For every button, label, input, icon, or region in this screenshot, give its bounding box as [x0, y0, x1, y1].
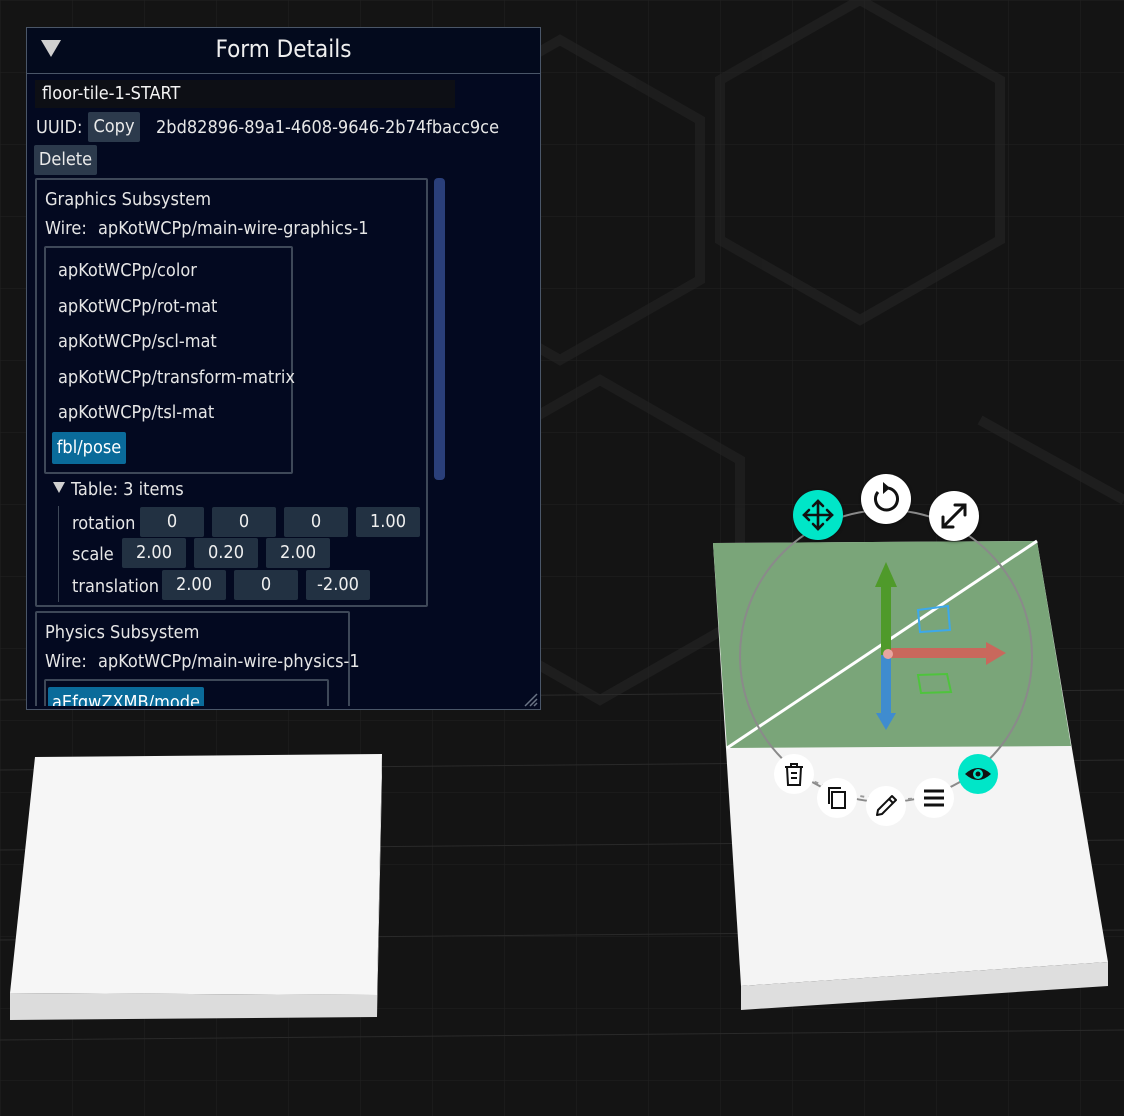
- translation-x-field[interactable]: 2.00: [162, 570, 226, 600]
- list-item[interactable]: apKotWCPp/transform-matrix: [58, 367, 295, 388]
- physics-wire-value: apKotWCPp/main-wire-physics-1: [98, 651, 360, 672]
- physics-heading: Physics Subsystem: [45, 622, 200, 643]
- graphics-wire-list: apKotWCPp/color apKotWCPp/rot-mat apKotW…: [44, 246, 295, 474]
- list-item[interactable]: apKotWCPp/color: [58, 260, 197, 281]
- copy-icon[interactable]: [817, 778, 857, 818]
- panel-scroll-area[interactable]: Graphics Subsystem Wire: apKotWCPp/main-…: [27, 176, 447, 706]
- list-item[interactable]: apKotWCPp/tsl-mat: [58, 402, 214, 423]
- axis-z-handle: [876, 655, 896, 730]
- menu-icon[interactable]: [914, 778, 954, 818]
- transform-gizmo[interactable]: [700, 470, 1124, 830]
- rotation-y-field[interactable]: 0: [212, 507, 276, 537]
- graphics-wire-value: apKotWCPp/main-wire-graphics-1: [98, 218, 369, 239]
- panel-scrollbar[interactable]: [434, 178, 445, 480]
- rotate-icon[interactable]: [861, 474, 911, 524]
- panel-titlebar[interactable]: Form Details: [27, 28, 540, 74]
- delete-button[interactable]: Delete: [34, 145, 97, 175]
- copy-uuid-button[interactable]: Copy: [88, 112, 140, 142]
- physics-wire-list: aEfqwZXMB/mode: [44, 679, 329, 706]
- axis-x-handle: [888, 642, 1006, 665]
- rotation-x-field[interactable]: 0: [140, 507, 204, 537]
- plane-handle-xy: [916, 604, 952, 634]
- physics-subsystem-section: Physics Subsystem Wire: apKotWCPp/main-w…: [35, 611, 360, 706]
- list-item-selected[interactable]: fbl/pose: [52, 432, 126, 464]
- graphics-subsystem-section: Graphics Subsystem Wire: apKotWCPp/main-…: [35, 178, 428, 607]
- rotation-z-field[interactable]: 0: [284, 507, 348, 537]
- plane-handle-xz: [916, 672, 953, 695]
- row-label-scale: scale: [72, 544, 114, 565]
- row-label-rotation: rotation: [72, 513, 136, 534]
- pencil-icon[interactable]: [866, 786, 906, 826]
- list-item-selected[interactable]: aEfqwZXMB/mode: [48, 687, 204, 706]
- table-tree-line: [58, 506, 59, 602]
- scale-x-field[interactable]: 2.00: [122, 538, 186, 568]
- graphics-heading: Graphics Subsystem: [45, 189, 212, 210]
- graphics-wire-label: Wire:: [45, 218, 87, 239]
- uuid-label: UUID:: [36, 117, 83, 138]
- form-details-panel: Form Details floor-tile-1-START UUID: Co…: [26, 27, 541, 710]
- move-icon[interactable]: [793, 490, 843, 540]
- panel-title: Form Details: [215, 35, 352, 63]
- resize-grip-icon[interactable]: [522, 691, 538, 707]
- axis-y-handle: [875, 562, 897, 658]
- eye-icon[interactable]: [958, 754, 998, 794]
- trash-icon[interactable]: [774, 754, 814, 794]
- floor-tile-left[interactable]: [10, 754, 382, 1020]
- uuid-value: 2bd82896-89a1-4608-9646-2b74fbacc9ce: [156, 117, 500, 138]
- rotation-w-field[interactable]: 1.00: [356, 507, 420, 537]
- scale-z-field[interactable]: 2.00: [266, 538, 330, 568]
- list-item[interactable]: apKotWCPp/scl-mat: [58, 331, 217, 352]
- scale-y-field[interactable]: 0.20: [194, 538, 258, 568]
- translation-y-field[interactable]: 0: [234, 570, 298, 600]
- scale-icon[interactable]: [929, 491, 979, 541]
- translation-z-field[interactable]: -2.00: [306, 570, 370, 600]
- table-expand-triangle-icon[interactable]: [53, 482, 65, 493]
- table-header[interactable]: Table: 3 items: [71, 479, 184, 500]
- form-name-field[interactable]: floor-tile-1-START: [35, 80, 455, 108]
- physics-wire-label: Wire:: [45, 651, 87, 672]
- list-item[interactable]: apKotWCPp/rot-mat: [58, 296, 217, 317]
- row-label-translation: translation: [72, 576, 160, 597]
